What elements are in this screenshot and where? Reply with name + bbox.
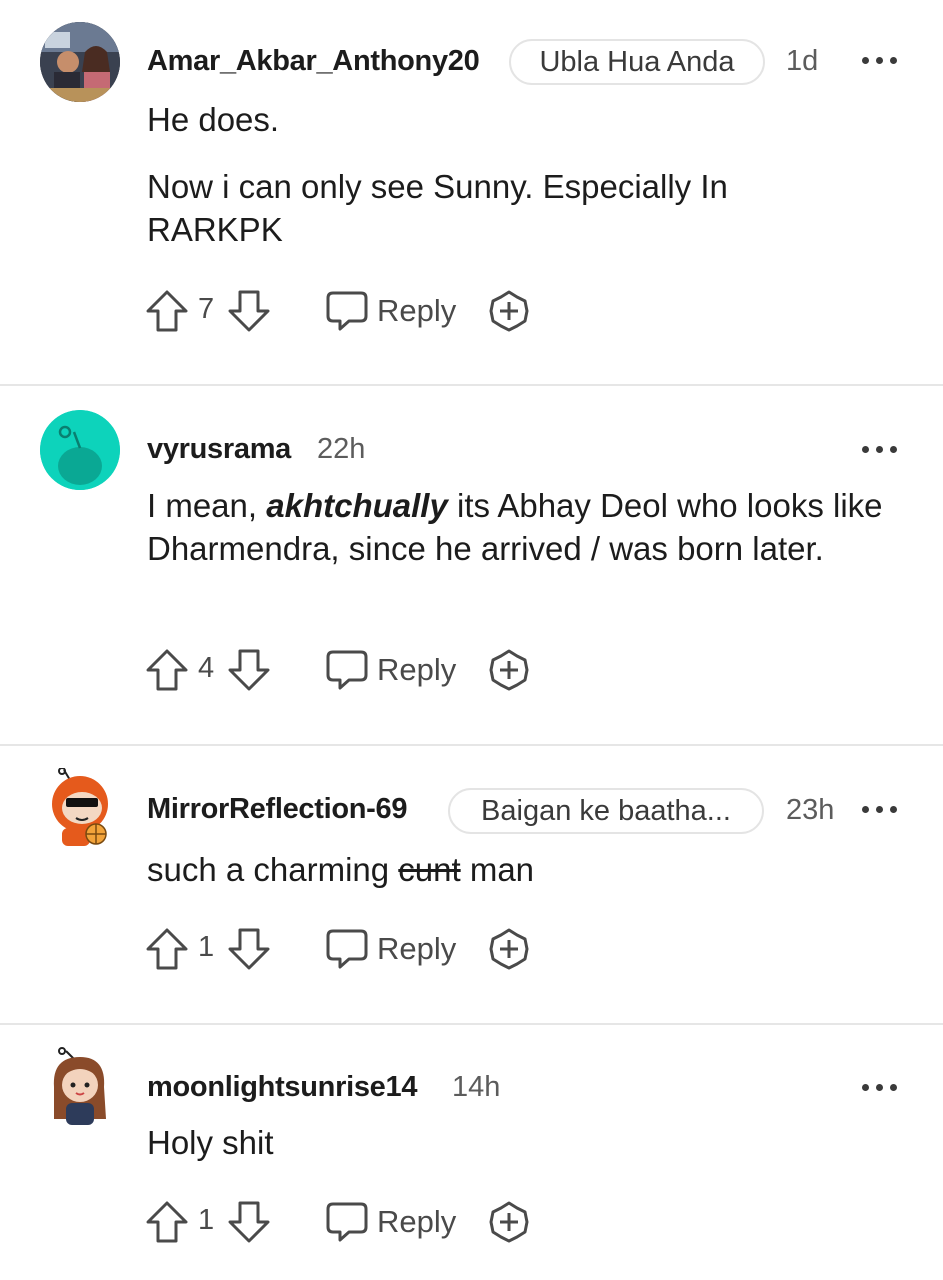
photo-avatar-icon bbox=[40, 22, 120, 102]
timestamp: 14h bbox=[452, 1071, 501, 1103]
vote-count: 7 bbox=[198, 293, 215, 325]
comment-actions: 1 Reply bbox=[145, 927, 545, 971]
reply-label: Reply bbox=[377, 652, 457, 687]
vote-count: 4 bbox=[198, 652, 215, 684]
award-icon[interactable] bbox=[487, 289, 531, 333]
comment-body: such a charming cunt man bbox=[147, 848, 907, 891]
upvote-icon[interactable] bbox=[145, 927, 189, 971]
reply-bubble-icon bbox=[325, 649, 369, 691]
award-icon[interactable] bbox=[487, 1200, 531, 1244]
comment-body: I mean, akhtchually its Abhay Deol who l… bbox=[147, 484, 907, 570]
reply-button[interactable]: Reply bbox=[325, 927, 457, 971]
timestamp: 23h bbox=[786, 794, 835, 826]
strikethrough-text: cunt bbox=[398, 851, 461, 888]
more-options-icon[interactable] bbox=[862, 1082, 898, 1094]
snoo-default-avatar-icon bbox=[40, 410, 120, 490]
reply-bubble-icon bbox=[325, 1201, 369, 1243]
more-options-icon[interactable] bbox=[862, 804, 898, 816]
upvote-icon[interactable] bbox=[145, 1200, 189, 1244]
downvote-icon[interactable] bbox=[227, 1200, 271, 1244]
upvote-icon[interactable] bbox=[145, 648, 189, 692]
text-run: I mean, bbox=[147, 487, 267, 524]
reply-bubble-icon bbox=[325, 290, 369, 332]
reply-button[interactable]: Reply bbox=[325, 648, 457, 692]
timestamp: 22h bbox=[317, 433, 366, 465]
downvote-icon[interactable] bbox=[227, 927, 271, 971]
text-run: man bbox=[460, 851, 535, 888]
username[interactable]: moonlightsunrise14 bbox=[147, 1071, 417, 1104]
comment-actions: 7 Reply bbox=[145, 289, 545, 333]
user-flair: Ubla Hua Anda bbox=[509, 39, 765, 85]
username[interactable]: MirrorReflection-69 bbox=[147, 793, 407, 826]
snoo-sunglasses-avatar-icon bbox=[52, 767, 108, 846]
timestamp: 1d bbox=[786, 45, 819, 77]
comment-body: Holy shit bbox=[147, 1121, 907, 1164]
comment-paragraph: such a charming cunt man bbox=[147, 848, 907, 891]
award-icon[interactable] bbox=[487, 648, 531, 692]
comment-4: moonlightsunrise14 14h Holy shit 1 Reply bbox=[0, 1025, 943, 1280]
username[interactable]: vyrusrama bbox=[147, 433, 291, 466]
username[interactable]: Amar_Akbar_Anthony20 bbox=[147, 45, 480, 78]
downvote-icon[interactable] bbox=[227, 648, 271, 692]
snoo-girl-avatar-icon bbox=[53, 1047, 106, 1125]
comment-paragraph: Now i can only see Sunny. Especially In … bbox=[147, 168, 728, 248]
vote-count: 1 bbox=[198, 1204, 215, 1236]
reply-label: Reply bbox=[377, 293, 457, 328]
vote-count: 1 bbox=[198, 931, 215, 963]
reply-label: Reply bbox=[377, 931, 457, 966]
comment-1: Amar_Akbar_Anthony20 Ubla Hua Anda 1d He… bbox=[0, 0, 943, 384]
avatar[interactable] bbox=[40, 410, 120, 490]
downvote-icon[interactable] bbox=[227, 289, 271, 333]
comment-2: vyrusrama 22h I mean, akhtchually its Ab… bbox=[0, 386, 943, 744]
comment-paragraph: Holy shit bbox=[147, 1124, 274, 1161]
upvote-icon[interactable] bbox=[145, 289, 189, 333]
reply-label: Reply bbox=[377, 1204, 457, 1239]
user-flair: Baigan ke baatha... bbox=[448, 788, 764, 834]
reply-button[interactable]: Reply bbox=[325, 1200, 457, 1244]
comment-actions: 4 Reply bbox=[145, 648, 545, 692]
reply-bubble-icon bbox=[325, 928, 369, 970]
comment-body: He does. Now i can only see Sunny. Espec… bbox=[147, 98, 907, 251]
more-options-icon[interactable] bbox=[862, 55, 898, 67]
reply-button[interactable]: Reply bbox=[325, 289, 457, 333]
bold-italic-text: akhtchually bbox=[266, 487, 448, 524]
avatar[interactable] bbox=[40, 22, 120, 102]
comment-3: MirrorReflection-69 Baigan ke baatha... … bbox=[0, 746, 943, 1023]
award-icon[interactable] bbox=[487, 927, 531, 971]
text-run: such a charming bbox=[147, 851, 399, 888]
comment-paragraph: He does. bbox=[147, 101, 280, 138]
comment-actions: 1 Reply bbox=[145, 1200, 545, 1244]
avatar[interactable] bbox=[40, 767, 120, 848]
more-options-icon[interactable] bbox=[862, 444, 898, 456]
avatar[interactable] bbox=[40, 1047, 120, 1127]
comment-paragraph: I mean, akhtchually its Abhay Deol who l… bbox=[147, 484, 907, 570]
